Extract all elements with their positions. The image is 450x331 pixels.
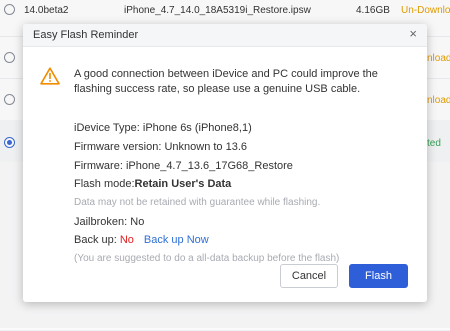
- device-type: iDevice Type: iPhone 6s (iPhone8,1): [74, 122, 252, 134]
- easy-flash-reminder-dialog: Easy Flash Reminder × A good connection …: [23, 24, 427, 302]
- backup-note: (You are suggested to do a all-data back…: [74, 253, 340, 264]
- cancel-button[interactable]: Cancel: [280, 264, 338, 288]
- backup-info: Back up: No Back up Now: [74, 234, 209, 246]
- jailbroken-info: Jailbroken: No: [74, 216, 145, 228]
- close-icon[interactable]: ×: [409, 27, 417, 41]
- warning-icon: [40, 67, 60, 85]
- flash-button[interactable]: Flash: [349, 264, 408, 288]
- flash-mode: Flash mode:Retain User's Data: [74, 178, 231, 190]
- backup-value: No: [119, 234, 134, 246]
- connection-message: A good connection between iDevice and PC…: [74, 68, 378, 95]
- flash-mode-label: Flash mode:: [74, 178, 135, 190]
- firmware-version-info: Firmware version: Unknown to 13.6: [74, 141, 248, 153]
- backup-label: Back up:: [74, 234, 120, 246]
- flash-mode-value: Retain User's Data: [134, 178, 232, 190]
- dialog-title: Easy Flash Reminder: [33, 29, 139, 41]
- dialog-header: Easy Flash Reminder ×: [23, 24, 427, 47]
- data-note: Data may not be retained with guarantee …: [74, 197, 321, 208]
- firmware-info: Firmware: iPhone_4.7_13.6_17G68_Restore: [74, 160, 293, 172]
- backup-now-link[interactable]: Back up Now: [144, 234, 209, 246]
